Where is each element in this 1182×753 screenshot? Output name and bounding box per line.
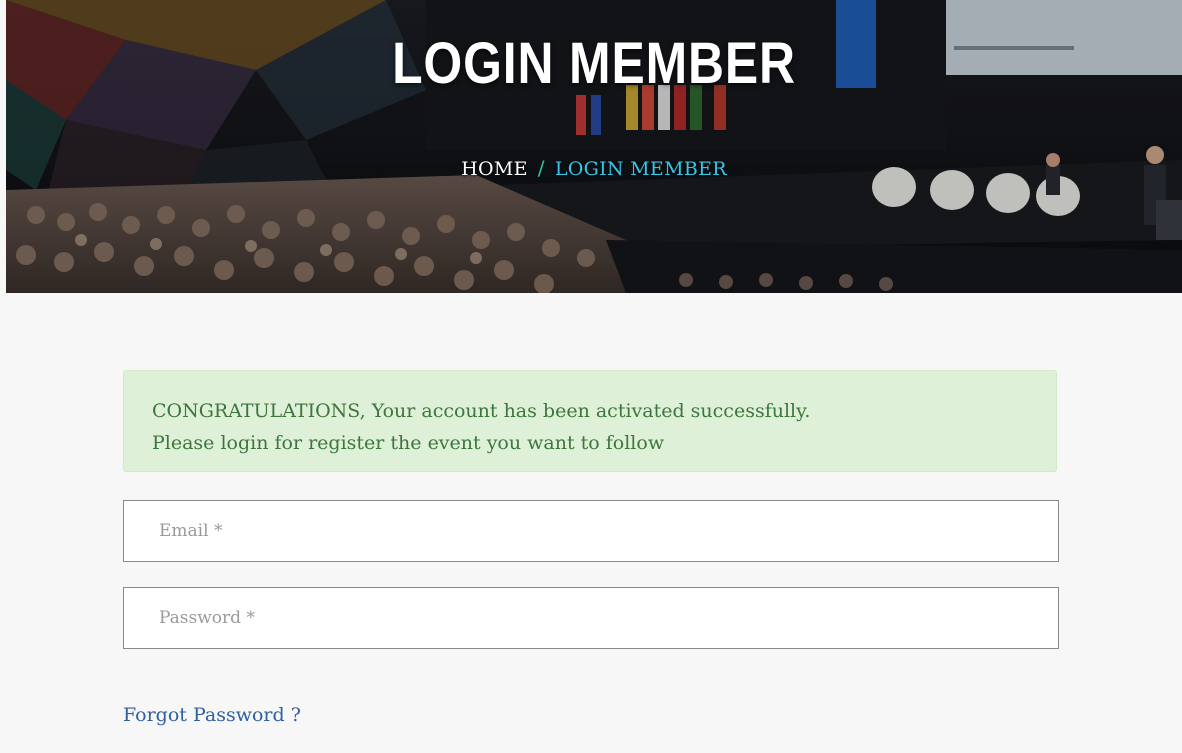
forgot-password-link[interactable]: Forgot Password ? xyxy=(123,704,301,726)
hero-banner: LOGIN MEMBER HOME / LOGIN MEMBER xyxy=(6,0,1182,293)
breadcrumb: HOME / LOGIN MEMBER xyxy=(6,156,1182,180)
alert-message-line-1: CONGRATULATIONS, Your account has been a… xyxy=(152,400,811,422)
breadcrumb-home-link[interactable]: HOME xyxy=(461,158,528,180)
email-field[interactable] xyxy=(123,500,1059,562)
alert-message-line-2: Please login for register the event you … xyxy=(152,432,665,454)
success-alert: CONGRATULATIONS, Your account has been a… xyxy=(123,370,1057,472)
password-field[interactable] xyxy=(123,587,1059,649)
breadcrumb-current: LOGIN MEMBER xyxy=(554,158,727,180)
page: LOGIN MEMBER HOME / LOGIN MEMBER CONGRATUL… xyxy=(0,0,1182,753)
page-title: LOGIN MEMBER xyxy=(392,31,796,96)
breadcrumb-separator: / xyxy=(537,156,545,180)
